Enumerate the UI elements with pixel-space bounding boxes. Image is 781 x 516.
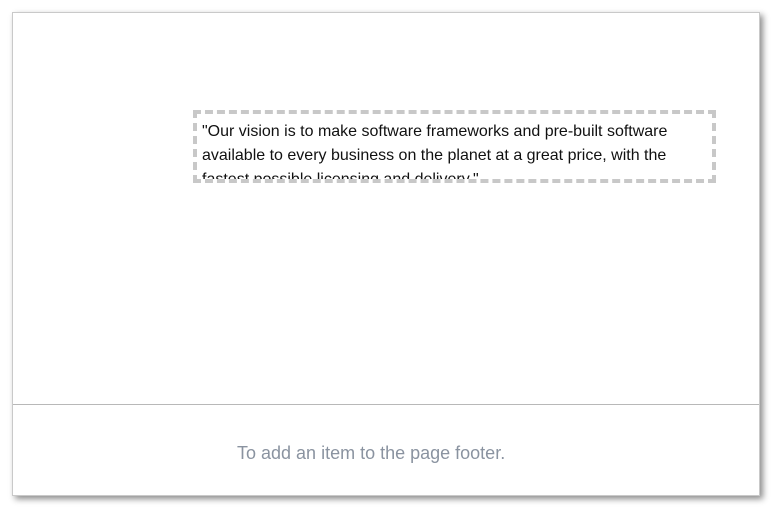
footer-placeholder[interactable]: To add an item to the page footer. xyxy=(237,443,505,464)
text-box-content[interactable]: "Our vision is to make software framewor… xyxy=(202,120,672,179)
page-footer[interactable]: To add an item to the page footer. xyxy=(13,405,759,495)
document-page: "Our vision is to make software framewor… xyxy=(12,12,760,496)
text-box[interactable]: "Our vision is to make software framewor… xyxy=(193,110,716,183)
page-body[interactable]: "Our vision is to make software framewor… xyxy=(13,13,759,404)
